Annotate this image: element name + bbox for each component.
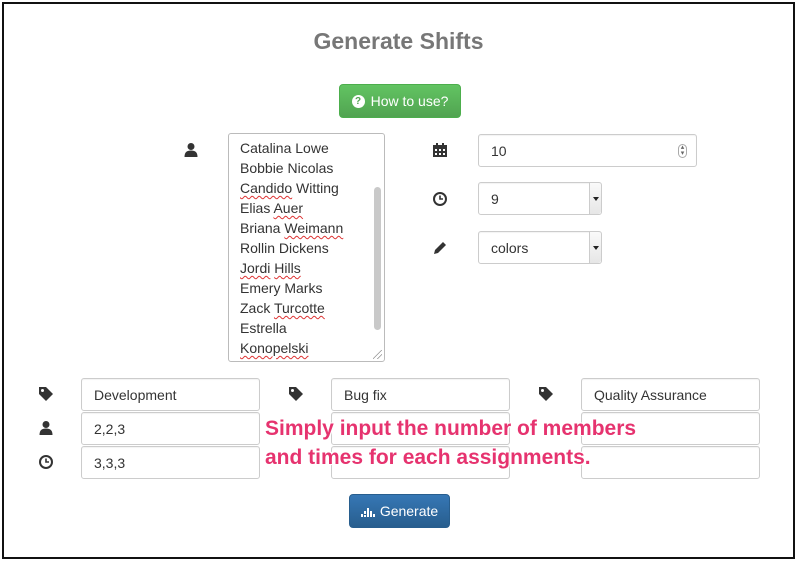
how-to-use-label: How to use? — [370, 93, 449, 109]
member-item[interactable]: Bobbie Nicolas — [240, 158, 384, 178]
calendar-icon — [433, 143, 447, 157]
instruction-line-2: and times for each assignments. — [265, 446, 591, 469]
number-spinner[interactable]: ▴ ▾ — [678, 144, 687, 158]
user-icon — [184, 143, 198, 157]
instruction-overlay: Simply input the number of members and t… — [265, 414, 636, 472]
assignment-name-input[interactable]: Quality Assurance — [581, 378, 760, 411]
assignment-times-input[interactable]: 3,3,3 — [81, 446, 260, 479]
days-input[interactable]: 10 ▴ ▾ — [478, 134, 697, 167]
tag-icon — [539, 387, 553, 401]
generate-button[interactable]: Generate — [349, 494, 450, 528]
members-list[interactable]: Catalina Lowe Bobbie Nicolas Candido Wit… — [228, 133, 385, 362]
member-item[interactable]: Zack Turcotte — [240, 298, 384, 318]
generate-label: Generate — [379, 503, 439, 519]
member-item[interactable]: Jordi Hills — [240, 258, 384, 278]
how-to-use-button[interactable]: ? How to use? — [339, 84, 461, 118]
member-item[interactable]: Briana Weimann — [240, 218, 384, 238]
tag-icon — [39, 387, 53, 401]
assignment-members-input[interactable]: 2,2,3 — [81, 412, 260, 445]
member-item[interactable]: Candido Witting — [240, 178, 384, 198]
clock-icon — [39, 455, 53, 469]
assignment-name-input[interactable]: Development — [81, 378, 260, 411]
user-icon — [39, 421, 53, 435]
tag-icon — [289, 387, 303, 401]
member-item[interactable]: Rollin Dickens — [240, 238, 384, 258]
assignment-name-input[interactable]: Bug fix — [331, 378, 510, 411]
pencil-icon — [434, 242, 446, 254]
chevron-down-icon — [589, 232, 601, 263]
chevron-down-icon — [589, 183, 601, 214]
hours-select[interactable]: 9 — [478, 182, 602, 215]
resize-handle[interactable] — [373, 350, 382, 359]
member-item[interactable]: Elias Auer — [240, 198, 384, 218]
page-title: Generate Shifts — [313, 28, 484, 54]
style-select[interactable]: colors — [478, 231, 602, 264]
member-item[interactable]: Catalina Lowe — [240, 138, 384, 158]
member-item[interactable]: Emery Marks — [240, 278, 384, 298]
member-item[interactable]: Estrella — [240, 318, 384, 338]
member-item[interactable]: Konopelski — [240, 338, 384, 358]
question-circle-icon: ? — [351, 94, 365, 108]
members-scrollbar[interactable] — [374, 187, 381, 330]
instruction-line-1: Simply input the number of members — [265, 417, 637, 440]
clock-icon — [433, 192, 447, 206]
tasks-icon — [360, 508, 375, 517]
